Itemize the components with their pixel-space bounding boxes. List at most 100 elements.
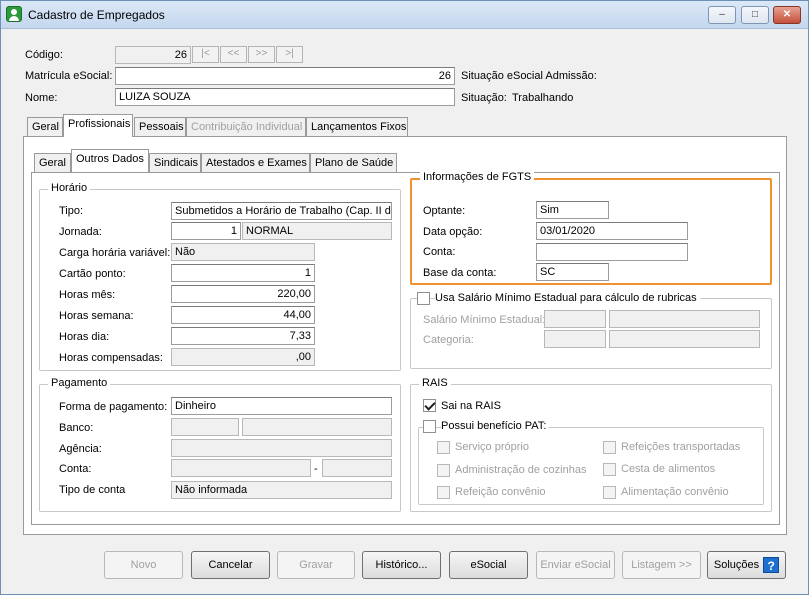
data-opcao-label: Data opção: [423,226,483,238]
horas-semana-field[interactable]: 44,00 [171,306,315,324]
tab-profissionais[interactable]: Profissionais [63,114,133,137]
subtab-plano-saude[interactable]: Plano de Saúde [310,153,397,173]
conta-separator: - [314,463,318,475]
close-button[interactable]: ✕ [773,6,801,24]
pat-refeicao-convenio-label: Refeição convênio [455,486,546,498]
subtab-outros-dados[interactable]: Outros Dados [71,149,149,172]
tipo-conta-label: Tipo de conta [59,484,126,496]
sai-na-rais-checkbox[interactable] [423,399,436,412]
horas-mes-label: Horas mês: [59,289,116,301]
salario-minimo-title: Usa Salário Mínimo Estadual para cálculo… [435,292,700,304]
cartao-field[interactable]: 1 [171,264,315,282]
banco-code-field [171,418,239,436]
title-bar: Cadastro de Empregados – □ ✕ [1,1,808,29]
situacao-label: Situação: [461,92,507,104]
carga-label: Carga horária variável: [59,247,171,259]
pat-checkbox[interactable] [423,420,436,433]
optante-label: Optante: [423,205,466,217]
carga-field[interactable]: Não [171,243,315,261]
pat-administracao-cozinhas-checkbox[interactable] [437,464,450,477]
conta-number-field [171,459,311,477]
salario-minimo-checkbox[interactable] [417,292,430,305]
enviar-esocial-button[interactable]: Enviar eSocial [536,551,615,579]
categoria-label: Categoria: [423,334,474,346]
pat-refeicao-convenio-checkbox[interactable] [437,486,450,499]
horas-dia-field[interactable]: 7,33 [171,327,315,345]
agencia-label: Agência: [59,443,102,455]
salario-estadual-code-field [544,310,606,328]
horas-compensadas-field: ,00 [171,348,315,366]
pat-servico-proprio-checkbox[interactable] [437,441,450,454]
pat-refeicoes-transportadas-label: Refeições transportadas [621,441,741,453]
horario-title: Horário [48,182,91,194]
listagem-button[interactable]: Listagem >> [622,551,701,579]
jornada-code-field[interactable]: 1 [171,222,241,240]
agencia-field [171,439,392,457]
matricula-field[interactable]: 26 [115,67,455,85]
codigo-field[interactable]: 26 [115,46,191,64]
nome-label: Nome: [25,92,58,104]
nome-field[interactable]: LUIZA SOUZA [115,88,455,106]
pat-refeicoes-transportadas-checkbox[interactable] [603,441,616,454]
esocial-button[interactable]: eSocial [449,551,528,579]
optante-field[interactable]: Sim [536,201,609,219]
banco-name-field [242,418,392,436]
pat-cesta-alimentos-checkbox[interactable] [603,463,616,476]
tab-geral[interactable]: Geral [27,117,63,137]
tipo-conta-field: Não informada [171,481,392,499]
codigo-label: Código: [25,49,63,61]
window-title: Cadastro de Empregados [28,8,165,22]
categoria-code-field [544,330,606,348]
forma-pagamento-label: Forma de pagamento: [59,401,168,413]
last-record-button[interactable]: >| [276,46,303,63]
previous-record-button[interactable]: << [220,46,247,63]
data-opcao-field[interactable]: 03/01/2020 [536,222,688,240]
rais-title: RAIS [419,377,451,389]
pat-cesta-alimentos-label: Cesta de alimentos [621,463,716,475]
fgts-title: Informações de FGTS [420,171,535,183]
cancelar-button[interactable]: Cancelar [191,551,270,579]
horas-semana-label: Horas semana: [59,310,134,322]
tab-contribuicao-individual[interactable]: Contribuição Individual [186,117,306,137]
base-conta-label: Base da conta: [423,267,497,279]
solucoes-label: Soluções [713,559,760,571]
first-record-button[interactable]: |< [192,46,219,63]
jornada-name-field: NORMAL [242,222,392,240]
matricula-label: Matrícula eSocial: [25,70,113,82]
tab-pessoais[interactable]: Pessoais [134,117,186,137]
banco-label: Banco: [59,422,94,434]
salario-estadual-name-field [609,310,760,328]
situacao-value: Trabalhando [512,92,574,104]
jornada-label: Jornada: [59,226,102,238]
solucoes-button[interactable]: Soluções? [707,551,786,579]
situacao-admissao-label: Situação eSocial Admissão: [461,70,597,82]
minimize-button[interactable]: – [708,6,736,24]
conta-label: Conta: [59,463,92,475]
novo-button[interactable]: Novo [104,551,183,579]
help-icon: ? [763,557,780,574]
pat-alimentacao-convenio-checkbox[interactable] [603,486,616,499]
tab-lancamentos-fixos[interactable]: Lançamentos Fixos [306,117,408,137]
forma-pagamento-field[interactable]: Dinheiro [171,397,392,415]
horas-mes-field[interactable]: 220,00 [171,285,315,303]
fgts-conta-field[interactable] [536,243,688,261]
tipo-field[interactable]: Submetidos a Horário de Trabalho (Cap. I… [171,202,392,220]
gravar-button[interactable]: Gravar [277,551,355,579]
employee-registration-window: Cadastro de Empregados – □ ✕ Código: 26 … [0,0,809,595]
categoria-name-field [609,330,760,348]
pat-servico-proprio-label: Serviço próprio [455,441,529,453]
fgts-conta-label: Conta: [423,246,456,258]
base-conta-field[interactable]: SC [536,263,609,281]
sai-na-rais-label: Sai na RAIS [441,400,501,412]
conta-digit-field [322,459,392,477]
next-record-button[interactable]: >> [248,46,275,63]
subtab-geral[interactable]: Geral [34,153,71,173]
maximize-button[interactable]: □ [741,6,769,24]
horas-dia-label: Horas dia: [59,331,110,343]
subtab-sindicais[interactable]: Sindicais [149,153,201,173]
horas-compensadas-label: Horas compensadas: [59,352,163,364]
historico-button[interactable]: Histórico... [362,551,441,579]
cartao-label: Cartão ponto: [59,268,126,280]
pat-alimentacao-convenio-label: Alimentação convênio [621,486,729,498]
subtab-atestados-exames[interactable]: Atestados e Exames [201,153,310,173]
